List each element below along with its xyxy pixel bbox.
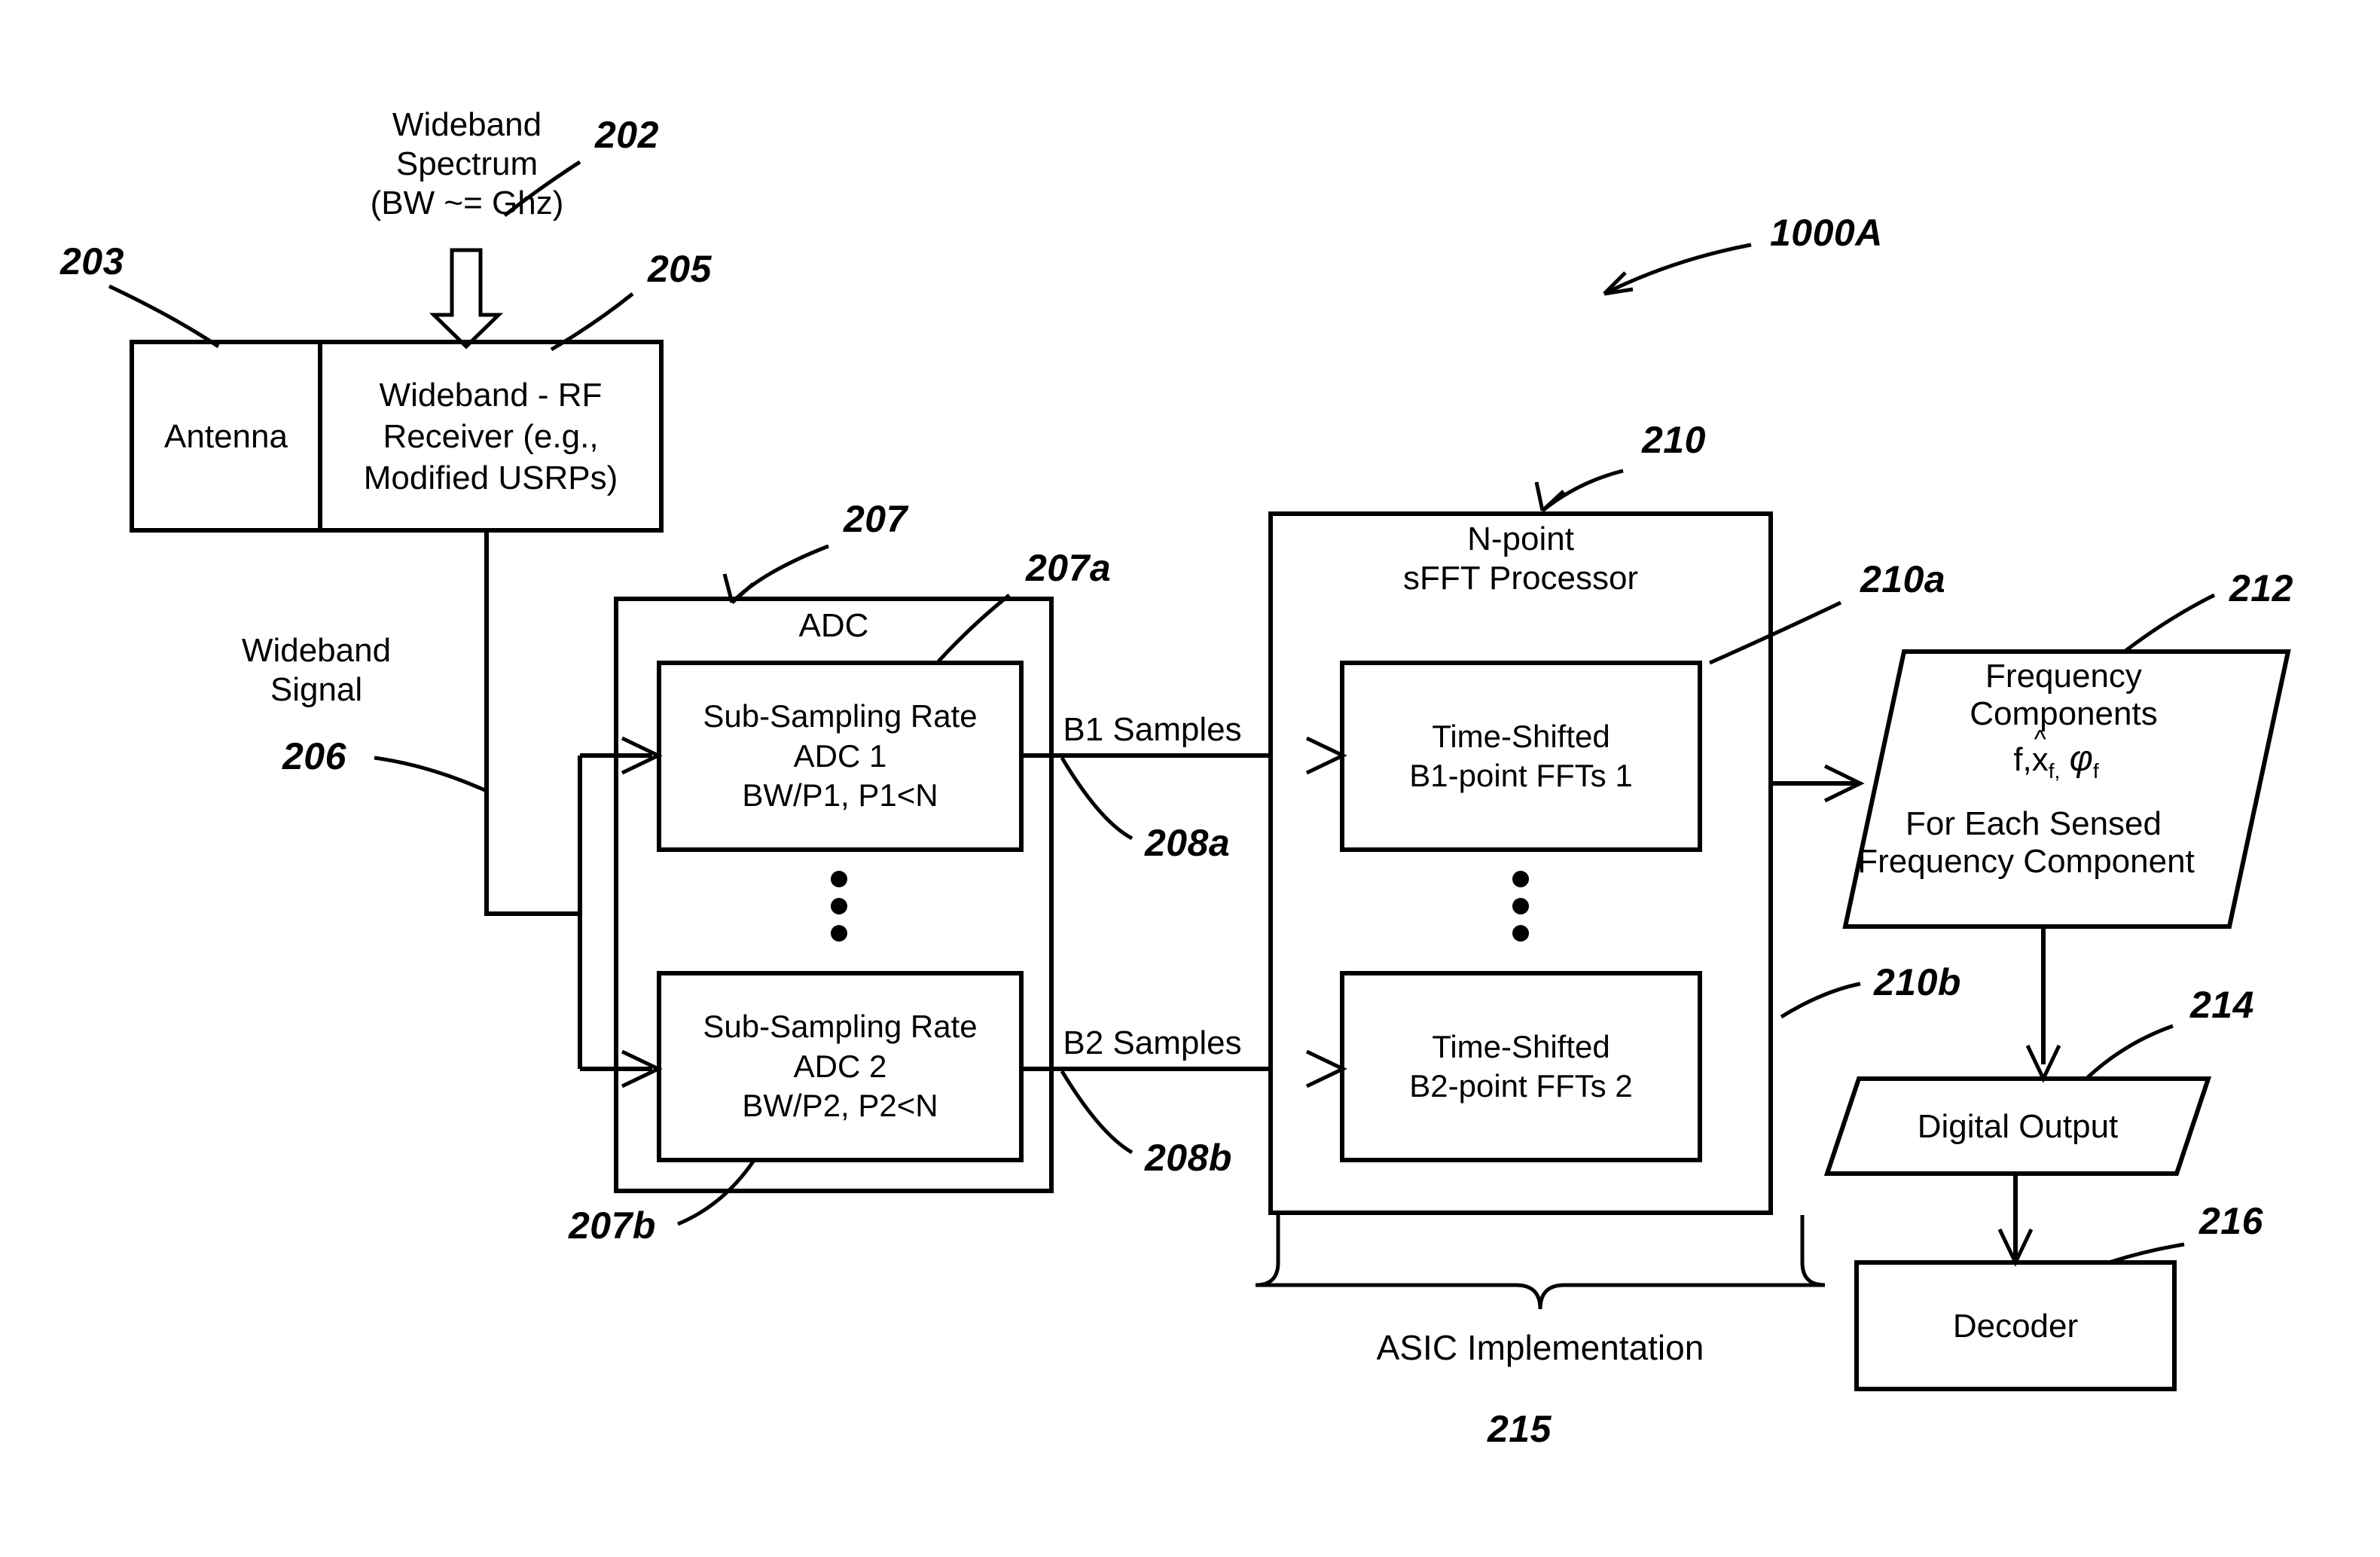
leader-208a — [1060, 756, 1134, 841]
sfft-title-label: N-point sFFT Processor — [1402, 521, 1639, 597]
ref-215: 215 — [1488, 1408, 1552, 1450]
freq-components-line4: For Each Sensed — [1906, 805, 2162, 842]
leader-210 — [1541, 469, 1624, 512]
freq-components-line5: Frequency Component — [1857, 843, 2195, 880]
leader-214 — [2085, 1024, 2174, 1080]
b2-samples-label: B2 Samples — [1063, 1024, 1242, 1061]
rf-receiver-block-label: Wideband - RF Receiver (e.g., Modified U… — [363, 376, 618, 496]
ref-205: 205 — [648, 248, 712, 290]
wideband-spectrum-label: Wideband Spectrum (BW ~= Ghz) — [370, 106, 564, 221]
freq-components-line1: Frequency — [1985, 658, 2142, 695]
leader-1000a — [1603, 243, 1752, 296]
fft2-block-label: Time-Shifted B2-point FFTs 2 — [1409, 1028, 1633, 1104]
leader-210a — [1708, 600, 1842, 665]
leader-207 — [731, 544, 829, 604]
ref-216: 216 — [2199, 1200, 2263, 1242]
ref-206: 206 — [282, 735, 346, 777]
adc-title-label: ADC — [798, 607, 869, 644]
leader-208b — [1060, 1070, 1134, 1155]
asic-implementation-label: ASIC Implementation — [1376, 1328, 1704, 1367]
arrowhead-fft2 — [1305, 1049, 1347, 1088]
ref-208a: 208a — [1145, 822, 1231, 864]
formula-x-hat: ^ x — [2032, 727, 2049, 778]
formula-sub-f2: f — [2092, 759, 2099, 783]
ref-207: 207 — [844, 498, 908, 540]
adc2-block-label: Sub-Sampling Rate ADC 2 BW/P2, P2<N — [703, 1009, 978, 1124]
ref-203: 203 — [60, 240, 124, 282]
adc1-block-label: Sub-Sampling Rate ADC 1 BW/P1, P1<N — [703, 698, 978, 814]
arrowhead-fft1 — [1305, 736, 1347, 775]
fft1-block-label: Time-Shifted B1-point FFTs 1 — [1409, 718, 1633, 794]
wideband-signal-label: Wideband Signal — [241, 632, 392, 708]
ref-210a: 210a — [1860, 558, 1946, 600]
hat-accent: ^ — [2034, 725, 2046, 754]
leader-210b — [1780, 982, 1861, 1019]
leader-206 — [374, 756, 488, 793]
b1-samples-label: B1 Samples — [1063, 711, 1242, 748]
ref-1000a: 1000A — [1770, 212, 1883, 254]
ref-214: 214 — [2190, 984, 2254, 1026]
asic-brace — [1255, 1215, 1826, 1310]
leader-212 — [2124, 593, 2216, 652]
ref-208b: 208b — [1145, 1137, 1232, 1179]
ref-210: 210 — [1642, 419, 1706, 461]
ref-210b: 210b — [1874, 961, 1961, 1003]
freq-components-formula: f, ^ xf, φf — [1860, 727, 2252, 783]
formula-phi: φ — [2069, 739, 2093, 779]
ref-202: 202 — [595, 114, 659, 156]
freq-components-line2: Components — [1970, 695, 2158, 732]
leader-216 — [2108, 1242, 2185, 1265]
antenna-block-label: Antenna — [164, 417, 288, 455]
leader-203 — [108, 284, 220, 349]
digital-output-label: Digital Output — [1917, 1107, 2119, 1145]
patent-figure-canvas: Wideband Spectrum (BW ~= Ghz) Antenna Wi… — [0, 0, 2380, 1557]
formula-f: f, — [2013, 741, 2032, 778]
ellipsis-dots — [831, 871, 1529, 942]
ref-207b: 207b — [569, 1204, 656, 1247]
wideband-spectrum-arrow — [429, 248, 504, 350]
formula-sub-f1: f, — [2048, 759, 2061, 783]
ref-207a: 207a — [1026, 547, 1112, 589]
ref-212: 212 — [2229, 567, 2293, 609]
decoder-block-label: Decoder — [1952, 1307, 2079, 1345]
wideband-signal-path — [484, 530, 580, 916]
